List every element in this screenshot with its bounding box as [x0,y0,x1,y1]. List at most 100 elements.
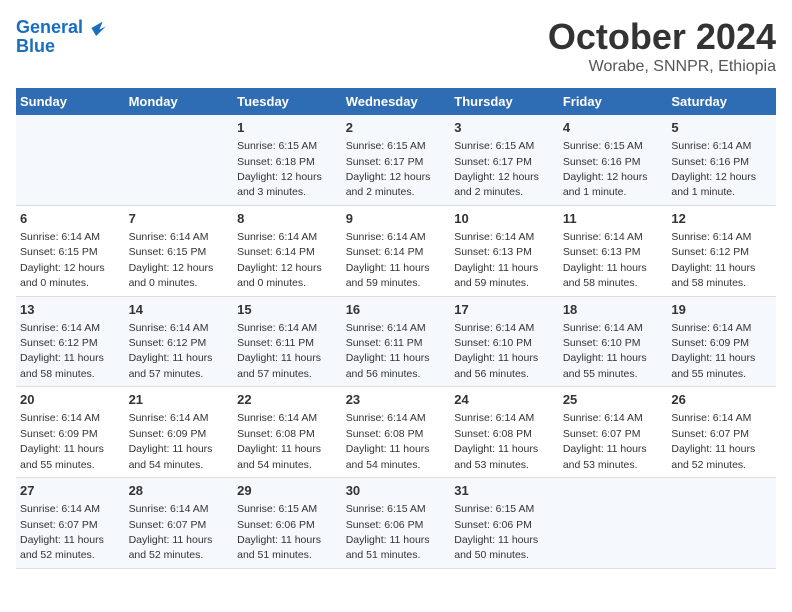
col-header-tuesday: Tuesday [233,88,342,115]
page-header: General Blue October 2024 Worabe, SNNPR,… [16,16,776,76]
calendar-table: SundayMondayTuesdayWednesdayThursdayFrid… [16,88,776,569]
sunrise-text: Sunrise: 6:14 AMSunset: 6:08 PMDaylight:… [454,412,538,470]
week-row-3: 13 Sunrise: 6:14 AMSunset: 6:12 PMDayligh… [16,296,776,387]
day-cell: 12Sunrise: 6:14 AMSunset: 6:12 PMDayligh… [667,205,776,296]
col-header-sunday: Sunday [16,88,125,115]
sunrise-text: Sunrise: 6:14 AMSunset: 6:07 PMDaylight:… [671,412,755,470]
week-row-4: 20 Sunrise: 6:14 AMSunset: 6:09 PMDayligh… [16,387,776,478]
sunrise-text: Sunrise: 6:14 AMSunset: 6:07 PMDaylight:… [129,503,213,561]
day-number: 10 [454,210,555,228]
day-number: 25 [563,391,664,409]
day-number: 14 [129,301,230,319]
day-cell: 17 Sunrise: 6:14 AMSunset: 6:10 PMDayligh… [450,296,559,387]
sunrise-text: Sunrise: 6:14 AMSunset: 6:08 PMDaylight:… [237,412,321,470]
day-number: 30 [346,482,447,500]
sunrise-text: Sunrise: 6:14 AMSunset: 6:11 PMDaylight:… [346,322,430,380]
day-cell: 23 Sunrise: 6:14 AMSunset: 6:08 PMDayligh… [342,387,451,478]
day-cell [125,115,234,205]
week-row-5: 27 Sunrise: 6:14 AMSunset: 6:07 PMDayligh… [16,478,776,569]
week-row-2: 6Sunrise: 6:14 AMSunset: 6:15 PMDaylight… [16,205,776,296]
day-cell: 28 Sunrise: 6:14 AMSunset: 6:07 PMDayligh… [125,478,234,569]
sunrise-text: Sunrise: 6:14 AMSunset: 6:13 PMDaylight:… [454,231,538,289]
day-number: 4 [563,119,664,137]
sunrise-text: Sunrise: 6:15 AMSunset: 6:17 PMDaylight:… [454,140,539,198]
day-cell: 24 Sunrise: 6:14 AMSunset: 6:08 PMDayligh… [450,387,559,478]
sunrise-text: Sunrise: 6:14 AMSunset: 6:07 PMDaylight:… [20,503,104,561]
week-row-1: 1Sunrise: 6:15 AMSunset: 6:18 PMDaylight… [16,115,776,205]
day-cell: 15Sunrise: 6:14 AMSunset: 6:11 PMDayligh… [233,296,342,387]
day-cell: 1Sunrise: 6:15 AMSunset: 6:18 PMDaylight… [233,115,342,205]
day-number: 31 [454,482,555,500]
sunrise-text: Sunrise: 6:15 AMSunset: 6:18 PMDaylight:… [237,140,322,198]
sunrise-text: Sunrise: 6:14 AMSunset: 6:16 PMDaylight:… [671,140,756,198]
sunrise-text: Sunrise: 6:14 AMSunset: 6:07 PMDaylight:… [563,412,647,470]
header-row: SundayMondayTuesdayWednesdayThursdayFrid… [16,88,776,115]
day-number: 3 [454,119,555,137]
day-number: 13 [20,301,121,319]
day-number: 24 [454,391,555,409]
day-cell [667,478,776,569]
day-cell: 26 Sunrise: 6:14 AMSunset: 6:07 PMDayligh… [667,387,776,478]
day-number: 20 [20,391,121,409]
day-cell: 18 Sunrise: 6:14 AMSunset: 6:10 PMDayligh… [559,296,668,387]
sunrise-text: Sunrise: 6:15 AMSunset: 6:06 PMDaylight:… [454,503,538,561]
day-number: 27 [20,482,121,500]
main-title: October 2024 [548,16,776,58]
day-cell: 21Sunrise: 6:14 AMSunset: 6:09 PMDayligh… [125,387,234,478]
day-number: 2 [346,119,447,137]
sunrise-text: Sunrise: 6:15 AMSunset: 6:06 PMDaylight:… [346,503,430,561]
day-cell [16,115,125,205]
day-cell: 19Sunrise: 6:14 AMSunset: 6:09 PMDayligh… [667,296,776,387]
subtitle: Worabe, SNNPR, Ethiopia [548,58,776,76]
day-cell: 10 Sunrise: 6:14 AMSunset: 6:13 PMDayligh… [450,205,559,296]
col-header-saturday: Saturday [667,88,776,115]
day-cell: 7 Sunrise: 6:14 AMSunset: 6:15 PMDaylight… [125,205,234,296]
sunrise-text: Sunrise: 6:14 AMSunset: 6:13 PMDaylight:… [563,231,647,289]
sunrise-text: Sunrise: 6:14 AMSunset: 6:12 PMDaylight:… [129,322,213,380]
day-cell: 2Sunrise: 6:15 AMSunset: 6:17 PMDaylight… [342,115,451,205]
day-number: 5 [671,119,772,137]
day-cell: 4Sunrise: 6:15 AMSunset: 6:16 PMDaylight… [559,115,668,205]
day-number: 18 [563,301,664,319]
day-cell: 8 Sunrise: 6:14 AMSunset: 6:14 PMDaylight… [233,205,342,296]
day-cell: 6Sunrise: 6:14 AMSunset: 6:15 PMDaylight… [16,205,125,296]
day-number: 23 [346,391,447,409]
day-number: 22 [237,391,338,409]
sunrise-text: Sunrise: 6:14 AMSunset: 6:15 PMDaylight:… [129,231,214,289]
sunrise-text: Sunrise: 6:14 AMSunset: 6:12 PMDaylight:… [20,322,104,380]
day-cell: 20Sunrise: 6:14 AMSunset: 6:09 PMDayligh… [16,387,125,478]
day-number: 26 [671,391,772,409]
sunrise-text: Sunrise: 6:15 AMSunset: 6:06 PMDaylight:… [237,503,321,561]
day-number: 8 [237,210,338,228]
day-number: 11 [563,210,664,228]
day-number: 16 [346,301,447,319]
day-cell: 27 Sunrise: 6:14 AMSunset: 6:07 PMDayligh… [16,478,125,569]
day-cell: 13 Sunrise: 6:14 AMSunset: 6:12 PMDayligh… [16,296,125,387]
logo-text: General [16,18,83,38]
logo-bird-icon [85,16,109,40]
col-header-wednesday: Wednesday [342,88,451,115]
day-number: 7 [129,210,230,228]
day-number: 28 [129,482,230,500]
day-number: 12 [671,210,772,228]
day-cell: 14 Sunrise: 6:14 AMSunset: 6:12 PMDayligh… [125,296,234,387]
col-header-friday: Friday [559,88,668,115]
day-cell: 11 Sunrise: 6:14 AMSunset: 6:13 PMDayligh… [559,205,668,296]
day-cell: 22 Sunrise: 6:14 AMSunset: 6:08 PMDayligh… [233,387,342,478]
day-cell: 31 Sunrise: 6:15 AMSunset: 6:06 PMDayligh… [450,478,559,569]
day-cell: 25 Sunrise: 6:14 AMSunset: 6:07 PMDayligh… [559,387,668,478]
sunrise-text: Sunrise: 6:14 AMSunset: 6:08 PMDaylight:… [346,412,430,470]
logo: General Blue [16,16,109,57]
day-cell: 5 Sunrise: 6:14 AMSunset: 6:16 PMDaylight… [667,115,776,205]
day-number: 17 [454,301,555,319]
sunrise-text: Sunrise: 6:14 AMSunset: 6:09 PMDaylight:… [671,322,755,380]
day-number: 29 [237,482,338,500]
day-cell: 30 Sunrise: 6:15 AMSunset: 6:06 PMDayligh… [342,478,451,569]
sunrise-text: Sunrise: 6:14 AMSunset: 6:09 PMDaylight:… [129,412,213,470]
sunrise-text: Sunrise: 6:14 AMSunset: 6:10 PMDaylight:… [454,322,538,380]
sunrise-text: Sunrise: 6:14 AMSunset: 6:10 PMDaylight:… [563,322,647,380]
sunrise-text: Sunrise: 6:14 AMSunset: 6:14 PMDaylight:… [237,231,322,289]
title-block: October 2024 Worabe, SNNPR, Ethiopia [548,16,776,76]
sunrise-text: Sunrise: 6:14 AMSunset: 6:11 PMDaylight:… [237,322,321,380]
day-number: 9 [346,210,447,228]
